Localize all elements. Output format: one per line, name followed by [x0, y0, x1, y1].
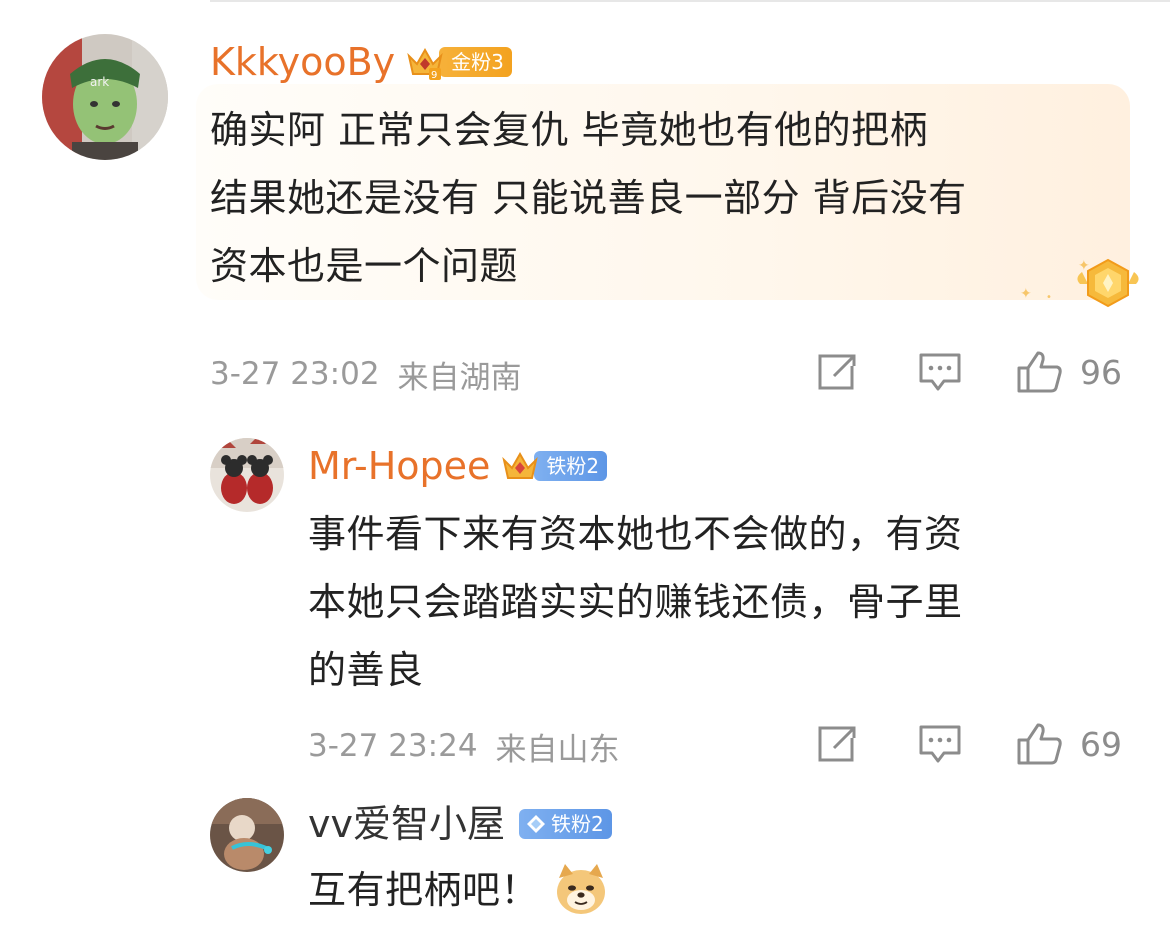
like-count: 96: [1080, 352, 1122, 392]
avatar[interactable]: [210, 438, 284, 512]
comment-location: 来自山东: [495, 731, 620, 768]
like-icon: [1017, 723, 1062, 765]
like-icon: [1017, 351, 1062, 393]
comment-text: 事件看下来有资本她也不会做的，有资 本她只会踏踏实实的赚钱还债，骨子里 的善良: [308, 500, 1128, 704]
comment-meta: 3-27 23:02 来自湖南: [210, 352, 522, 396]
svg-text:9: 9: [431, 70, 437, 81]
top-divider: [210, 0, 1170, 2]
repost-icon: [818, 354, 856, 390]
fan-badge-label: 铁粉2: [518, 809, 612, 839]
diamond-icon: [526, 815, 545, 833]
repost-button[interactable]: [816, 724, 858, 764]
repost-icon: [818, 726, 856, 762]
comment-button[interactable]: [918, 724, 962, 764]
fan-badge[interactable]: 铁粉2: [500, 449, 608, 483]
comment-location: 来自湖南: [397, 359, 522, 396]
comment-button[interactable]: [918, 352, 962, 392]
like-button[interactable]: 69: [1016, 722, 1122, 766]
comment-line: 互有把柄吧！: [308, 868, 540, 912]
comment-header: KkkyooBy 9 金粉3: [210, 40, 512, 84]
username[interactable]: Mr-Hopee: [308, 444, 490, 488]
like-button[interactable]: 96: [1016, 350, 1122, 394]
comment-line: 资本也是一个问题: [210, 244, 519, 288]
fan-badge[interactable]: 9 金粉3: [405, 45, 512, 81]
svg-text:ark: ark: [90, 75, 109, 89]
comment-line: 事件看下来有资本她也不会做的，有资: [308, 512, 963, 556]
username[interactable]: KkkyooBy: [210, 40, 395, 84]
comment-header: Mr-Hopee 铁粉2: [308, 444, 608, 488]
fan-badge-label: 铁粉2: [534, 451, 608, 481]
avatar[interactable]: ark: [42, 34, 168, 160]
username[interactable]: vv爱智小屋: [308, 802, 505, 846]
fan-badge-text: 铁粉2: [550, 812, 604, 836]
crown-icon: [502, 451, 539, 479]
comment-text: 互有把柄吧！: [308, 856, 1128, 924]
doge-emoji: [553, 862, 609, 918]
crown-icon: 9: [407, 47, 443, 81]
comment-time: 3-27 23:24: [308, 728, 478, 764]
comment-text: 确实阿 正常只会复仇 毕竟她也有他的把柄 结果她还是没有 只能说善良一部分 背后…: [210, 96, 1120, 300]
comment-line: 结果她还是没有 只能说善良一部分 背后没有: [210, 176, 967, 220]
fan-badge[interactable]: 铁粉2: [518, 807, 612, 841]
comment-line: 本她只会踏踏实实的赚钱还债，骨子里: [308, 580, 963, 624]
comment-header: vv爱智小屋 铁粉2: [308, 802, 612, 846]
comment-icon: [919, 725, 961, 763]
avatar[interactable]: [210, 798, 284, 872]
comment-meta: 3-27 23:24 来自山东: [308, 724, 620, 768]
fan-badge-label: 金粉3: [439, 47, 512, 77]
repost-button[interactable]: [816, 352, 858, 392]
comment-line: 的善良: [308, 648, 424, 692]
comment-icon: [919, 353, 961, 391]
comment-time: 3-27 23:02: [210, 356, 380, 392]
comment-line: 确实阿 正常只会复仇 毕竟她也有他的把柄: [210, 108, 929, 152]
like-count: 69: [1080, 724, 1122, 764]
